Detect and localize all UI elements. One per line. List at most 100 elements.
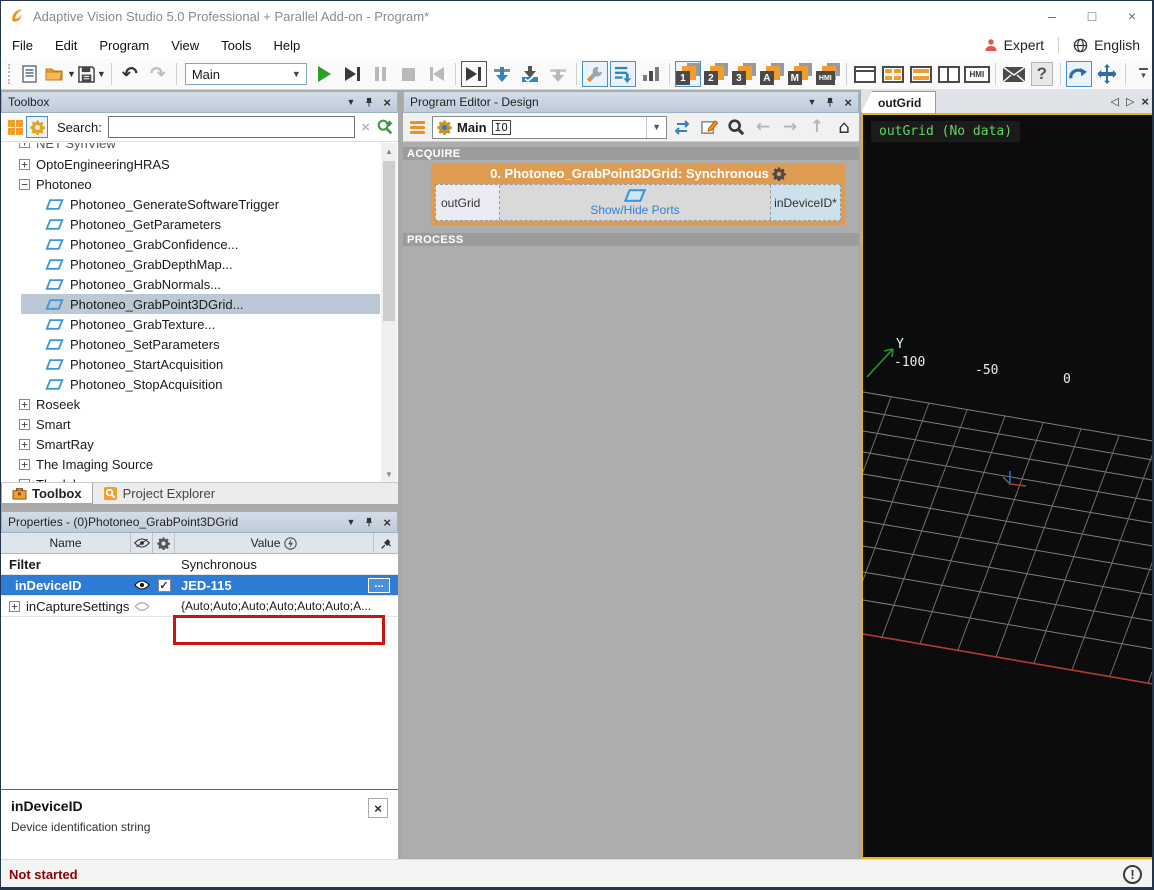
toolbox-tree-item[interactable]: Photoneo_StopAcquisition <box>1 374 398 394</box>
tab-toolbox[interactable]: Toolbox <box>1 483 93 504</box>
point3d-viewport[interactable]: outGrid (No data) Y -100 -50 0 <box>861 113 1154 859</box>
step-back-button[interactable] <box>424 61 450 87</box>
open-dropdown-caret[interactable]: ▼ <box>67 69 76 79</box>
open-program-button[interactable]: ▼ <box>45 61 76 87</box>
nav-back-button[interactable]: ← <box>751 115 775 139</box>
expert-mode-label[interactable]: Expert <box>1004 37 1044 53</box>
fit-view-button[interactable] <box>1066 61 1092 87</box>
visible-eye-icon[interactable] <box>134 580 150 590</box>
statistics-button[interactable] <box>638 61 664 87</box>
settings-wrench-button[interactable] <box>582 61 608 87</box>
nav-forward-button[interactable]: → <box>778 115 802 139</box>
close-button[interactable]: × <box>1112 1 1152 31</box>
layout-columns-button[interactable] <box>936 61 962 87</box>
view-2-button[interactable]: 2 <box>703 61 729 87</box>
view-a-button[interactable]: A <box>759 61 785 87</box>
iterate-current-button[interactable] <box>461 61 487 87</box>
toolbox-tree-item-selected[interactable]: Photoneo_GrabPoint3DGrid... <box>1 294 398 314</box>
categories-icon[interactable] <box>8 120 23 135</box>
search-plus-icon[interactable] <box>376 118 394 136</box>
toolbox-tree-item[interactable]: Photoneo_GrabNormals... <box>1 274 398 294</box>
name-column-header[interactable]: Name <box>1 533 131 553</box>
property-row-indeviceid[interactable]: inDeviceID ✓ JED-115... <box>1 575 398 596</box>
minimize-button[interactable]: – <box>1032 1 1072 31</box>
notifications-icon[interactable]: ! <box>1123 865 1142 884</box>
pan-view-button[interactable] <box>1094 61 1120 87</box>
value-column-header[interactable]: Value <box>175 533 374 553</box>
editor-menu-caret[interactable]: ▼ <box>807 97 816 107</box>
macrofilter-navigator[interactable]: Main IO ▼ <box>432 116 667 139</box>
block-settings-gear-icon[interactable] <box>772 167 786 181</box>
combo-dropdown-caret[interactable]: ▼ <box>287 69 306 79</box>
next-tab-icon[interactable]: ▷ <box>1126 95 1134 108</box>
pause-button[interactable] <box>368 61 394 87</box>
out-port[interactable]: outGrid <box>436 185 500 220</box>
properties-close-icon[interactable]: × <box>383 515 391 530</box>
edit-value-button[interactable]: ... <box>368 578 390 593</box>
layout-single-button[interactable] <box>852 61 878 87</box>
toolbox-tree-item[interactable]: +NET SynView <box>1 143 398 154</box>
connect-column-header[interactable] <box>374 533 398 553</box>
filter-block[interactable]: 0. Photoneo_GrabPoint3DGrid: Synchronous… <box>431 163 845 225</box>
go-home-button[interactable]: ⌂ <box>832 115 856 139</box>
toolbox-menu-caret[interactable]: ▼ <box>346 97 355 107</box>
properties-menu-caret[interactable]: ▼ <box>346 517 355 527</box>
redo-button[interactable]: ↷ <box>145 61 171 87</box>
toolbox-tree-item[interactable]: Photoneo_SetParameters <box>1 334 398 354</box>
visibility-column-header[interactable] <box>131 533 153 553</box>
scroll-down-icon[interactable]: ▼ <box>381 466 397 482</box>
step-out-button[interactable] <box>545 61 571 87</box>
view-3-button[interactable]: 3 <box>731 61 757 87</box>
toolbox-close-icon[interactable]: × <box>383 95 391 110</box>
toolbox-tree-item[interactable]: +OptoEngineeringHRAS <box>1 154 398 174</box>
acquire-section-bar[interactable]: ACQUIRE <box>403 147 859 160</box>
toolbox-tree-item[interactable]: Photoneo_GrabTexture... <box>1 314 398 334</box>
close-preview-icon[interactable]: × <box>1141 94 1149 109</box>
toolbox-tree-item[interactable]: +The Imaging Source <box>1 454 398 474</box>
maximize-button[interactable]: □ <box>1072 1 1112 31</box>
run-until-button[interactable] <box>340 61 366 87</box>
layout-hmi-button[interactable]: HMI <box>964 61 990 87</box>
view-m-button[interactable]: M <box>787 61 813 87</box>
toolbox-tree-item[interactable]: +Smart <box>1 414 398 434</box>
editor-close-icon[interactable]: × <box>844 95 852 110</box>
tab-outgrid[interactable]: outGrid <box>861 91 936 113</box>
menu-program[interactable]: Program <box>88 34 160 57</box>
stop-button[interactable] <box>396 61 422 87</box>
switch-view-button[interactable] <box>670 115 694 139</box>
tab-project-explorer[interactable]: Project Explorer <box>93 483 225 504</box>
process-section-bar[interactable]: PROCESS <box>403 233 859 246</box>
prev-tab-icon[interactable]: ◁ <box>1110 95 1118 108</box>
menu-edit[interactable]: Edit <box>44 34 88 57</box>
toolbox-tree-item[interactable]: −Photoneo <box>1 174 398 194</box>
view-hmi-button[interactable]: HMI <box>815 61 841 87</box>
step-over-button[interactable] <box>517 61 543 87</box>
pin-icon[interactable] <box>364 516 374 528</box>
toolbox-tree-item[interactable]: Photoneo_GenerateSoftwareTrigger <box>1 194 398 214</box>
layout-rows-button[interactable] <box>908 61 934 87</box>
hidden-eye-icon[interactable] <box>134 602 150 611</box>
expand-icon[interactable]: + <box>9 601 20 612</box>
autorun-button[interactable] <box>610 61 636 87</box>
step-into-button[interactable] <box>489 61 515 87</box>
navigator-dropdown-caret[interactable]: ▼ <box>646 117 666 138</box>
description-close-button[interactable]: × <box>368 798 388 818</box>
filter-gear-icon[interactable] <box>26 116 48 138</box>
in-port[interactable]: inDeviceID* <box>770 185 840 220</box>
toolbar-grip[interactable] <box>8 64 13 84</box>
menu-view[interactable]: View <box>160 34 210 57</box>
menu-tools[interactable]: Tools <box>210 34 262 57</box>
menu-file[interactable]: File <box>1 34 44 57</box>
scroll-thumb[interactable] <box>383 161 395 321</box>
feedback-envelope-button[interactable] <box>1001 61 1027 87</box>
view-1-button[interactable]: 1 <box>675 61 701 87</box>
edit-macrofilter-button[interactable] <box>697 115 721 139</box>
toolbox-tree-item[interactable]: +Thorlabs <box>1 474 398 482</box>
toolbox-tree-item[interactable]: Photoneo_GrabDepthMap... <box>1 254 398 274</box>
enabled-checkbox[interactable]: ✓ <box>158 579 171 592</box>
tree-scrollbar[interactable]: ▲ ▼ <box>381 143 397 482</box>
pin-icon[interactable] <box>825 96 835 108</box>
layout-grid-button[interactable] <box>880 61 906 87</box>
menu-help[interactable]: Help <box>263 34 312 57</box>
find-button[interactable] <box>724 115 748 139</box>
